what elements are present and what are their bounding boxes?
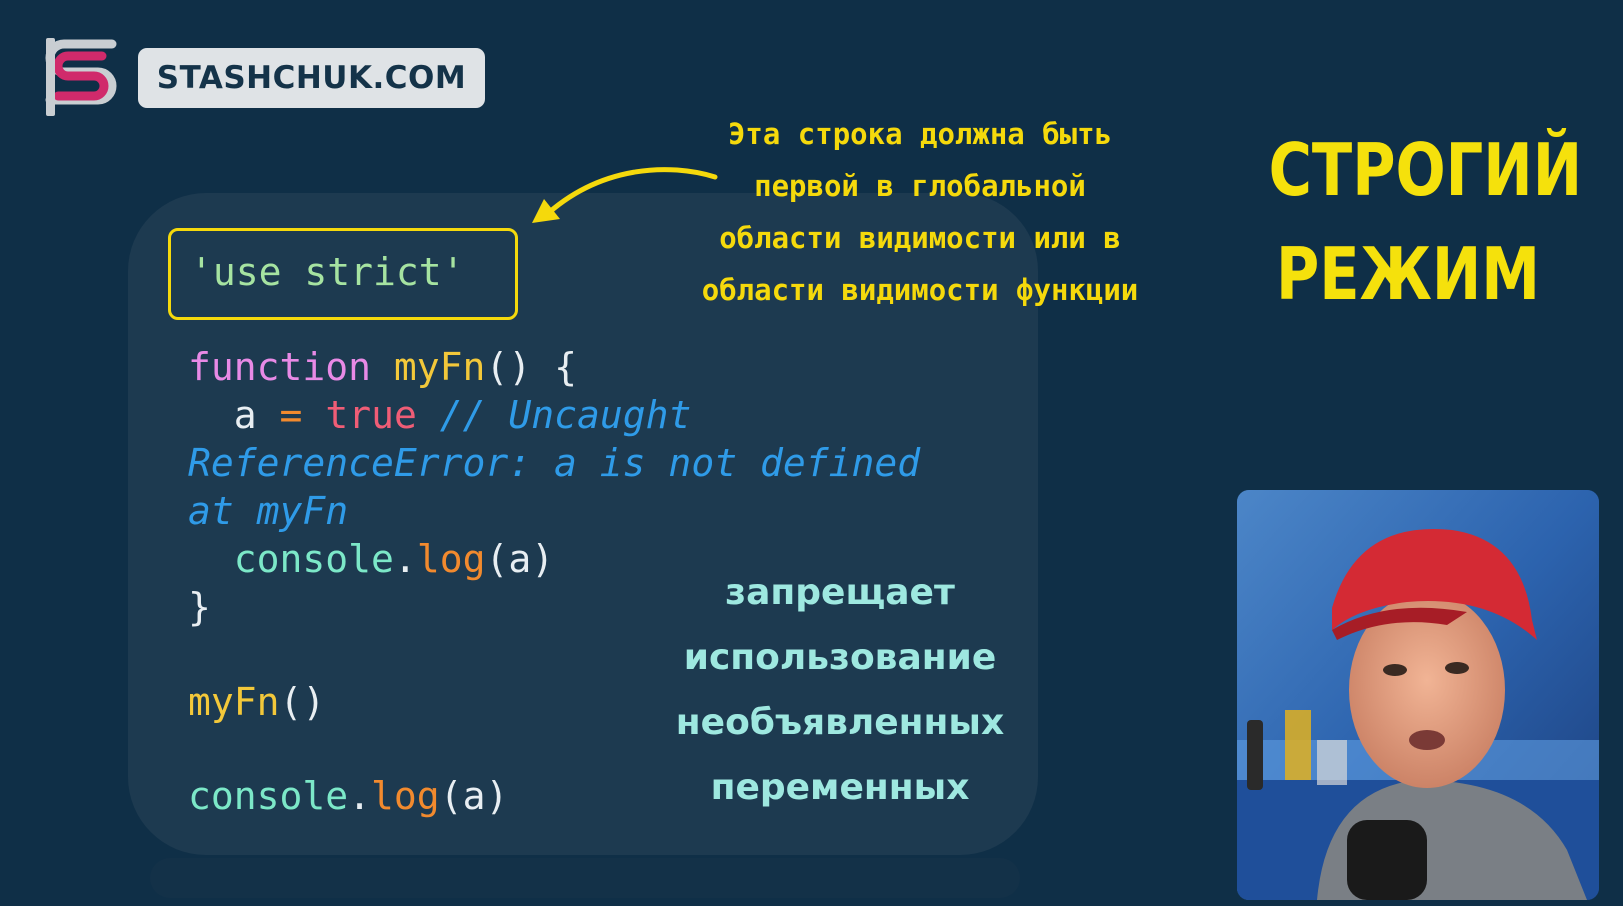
annotation-top-line-3: области видимости или в xyxy=(719,221,1121,255)
slide-title-line-2: РЕЖИМ xyxy=(1275,232,1541,316)
logo-icon xyxy=(45,38,117,116)
log-method: log xyxy=(371,774,440,818)
function-name: myFn xyxy=(393,345,486,389)
annotation-bottom-line-3: необъявленных xyxy=(675,702,1005,743)
bool-true: true xyxy=(325,393,417,437)
log-args: (a) xyxy=(439,774,509,818)
code-line-console-outer: console.log(a) xyxy=(188,772,508,820)
var-a: a xyxy=(233,393,257,437)
dot: . xyxy=(393,537,417,581)
comment-uncaught: // Uncaught xyxy=(439,393,692,437)
keyword-function: function xyxy=(188,345,372,389)
annotation-bottom-line-1: запрещает xyxy=(725,572,955,613)
console-object: console xyxy=(188,774,349,818)
annotation-bottom-line-2: использование xyxy=(683,637,997,678)
call-parens: () xyxy=(279,680,326,724)
code-line-comment-3: at myFn xyxy=(188,487,348,535)
slide-title: СТРОГИЙ РЕЖИМ xyxy=(1268,118,1583,326)
op-assign: = xyxy=(279,393,303,437)
call-function-name: myFn xyxy=(188,680,280,724)
use-strict-string: 'use strict' xyxy=(190,250,465,294)
code-line-comment-2: ReferenceError: a is not defined xyxy=(188,439,920,487)
code-line-assignment: a = true // Uncaught xyxy=(188,391,692,439)
dot: . xyxy=(348,774,372,818)
comment-at-myfn: at myFn xyxy=(188,489,349,533)
annotation-top-line-4: области видимости функции xyxy=(701,273,1139,307)
function-parens: () { xyxy=(485,345,577,389)
site-name-badge: STASHCHUK.COM xyxy=(138,48,485,108)
annotation-top-line-2: первой в глобальной xyxy=(754,169,1086,203)
log-method: log xyxy=(416,537,486,581)
annotation-top: Эта строка должна быть первой в глобальн… xyxy=(660,108,1180,316)
code-panel-shadow xyxy=(150,858,1020,898)
slide-title-line-1: СТРОГИЙ xyxy=(1268,128,1583,212)
code-line-close-brace: } xyxy=(188,583,211,631)
close-brace: } xyxy=(188,585,211,629)
site-name: STASHCHUK.COM xyxy=(156,60,467,96)
annotation-bottom: запрещает использование необъявленных пе… xyxy=(660,560,1020,820)
comment-reference-error: ReferenceError: a is not defined xyxy=(188,441,921,485)
presenter-image xyxy=(1237,490,1599,900)
code-line-function-decl: function myFn() { xyxy=(188,343,577,391)
code-line-console-inner: console.log(a) xyxy=(188,535,554,583)
code-line-use-strict: 'use strict' xyxy=(190,248,465,296)
annotation-top-line-1: Эта строка должна быть xyxy=(727,117,1113,151)
console-object: console xyxy=(233,537,394,581)
log-args: (a) xyxy=(485,537,555,581)
code-line-call: myFn() xyxy=(188,678,325,726)
annotation-bottom-line-4: переменных xyxy=(710,767,970,808)
presenter-webcam xyxy=(1237,490,1599,900)
